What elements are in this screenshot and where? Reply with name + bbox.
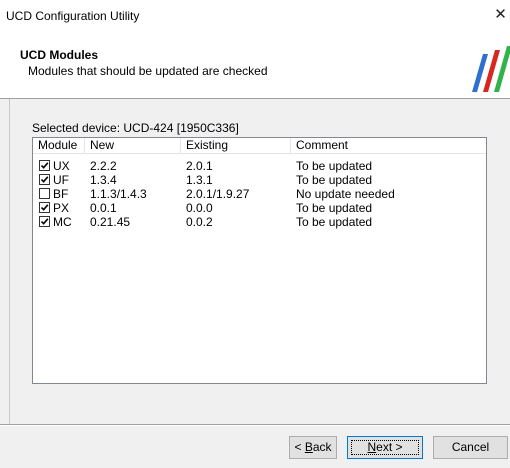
cell-existing: 0.0.2 <box>186 215 213 229</box>
close-icon[interactable]: ✕ <box>491 4 510 26</box>
column-header-new[interactable]: New <box>85 138 181 153</box>
wizard-header: UCD Modules Modules that should be updat… <box>0 31 510 99</box>
cell-new: 1.1.3/1.4.3 <box>90 187 147 201</box>
table-row[interactable]: UX 2.2.2 2.0.1 To be updated <box>33 159 486 173</box>
cell-existing: 0.0.0 <box>186 201 213 215</box>
cell-comment: To be updated <box>296 173 373 187</box>
table-row[interactable]: UF 1.3.4 1.3.1 To be updated <box>33 173 486 187</box>
title-bar: UCD Configuration Utility ✕ <box>0 0 510 31</box>
table-row[interactable]: PX 0.0.1 0.0.0 To be updated <box>33 201 486 215</box>
focus-rect <box>351 440 419 455</box>
cell-module: UF <box>53 173 69 187</box>
cell-module: PX <box>53 201 70 215</box>
back-label-rest: ack <box>312 440 332 454</box>
checkbox-checked[interactable] <box>39 174 50 185</box>
page-subtitle: Modules that should be updated are check… <box>28 64 268 78</box>
cell-comment: To be updated <box>296 215 373 229</box>
column-header-module[interactable]: Module <box>33 138 85 153</box>
table-row[interactable]: BF 1.1.3/1.4.3 2.0.1/1.9.27 No update neede… <box>33 187 486 201</box>
cell-new: 1.3.4 <box>90 173 117 187</box>
next-button[interactable]: Next > <box>347 436 423 459</box>
divider <box>0 425 510 426</box>
checkbox-checked[interactable] <box>39 202 50 213</box>
cell-existing: 1.3.1 <box>186 173 213 187</box>
checkbox-checked[interactable] <box>39 160 50 171</box>
column-header-comment[interactable]: Comment <box>291 138 486 153</box>
cell-comment: To be updated <box>296 201 373 215</box>
back-prefix: < <box>294 440 305 454</box>
cell-module: UX <box>53 159 70 173</box>
cell-new: 0.21.45 <box>90 215 131 229</box>
cell-module: MC <box>53 215 72 229</box>
cell-new: 2.2.2 <box>90 159 117 173</box>
cell-existing: 2.0.1/1.9.27 <box>186 187 250 201</box>
page-title: UCD Modules <box>20 48 98 62</box>
cell-existing: 2.0.1 <box>186 159 213 173</box>
table-row[interactable]: MC 0.21.45 0.0.2 To be updated <box>33 215 486 229</box>
selected-device-label: Selected device: UCD-424 [1950C336] <box>32 121 239 135</box>
checkbox-checked[interactable] <box>39 216 50 227</box>
cell-module: BF <box>53 187 69 201</box>
list-header: Module New Existing Comment <box>33 138 486 154</box>
column-header-existing[interactable]: Existing <box>181 138 291 153</box>
cell-comment: To be updated <box>296 159 373 173</box>
window-title: UCD Configuration Utility <box>6 9 140 23</box>
back-button[interactable]: < Back <box>289 436 337 459</box>
cell-new: 0.0.1 <box>90 201 117 215</box>
cell-comment: No update needed <box>296 187 395 201</box>
checkbox-unchecked[interactable] <box>39 188 50 199</box>
divider <box>9 99 10 424</box>
modules-list[interactable]: Module New Existing Comment UX 2.2.2 2.0.1… <box>32 137 487 384</box>
brand-stripes-icon <box>466 46 510 92</box>
cancel-button[interactable]: Cancel <box>433 436 508 459</box>
back-mnemonic: B <box>304 440 313 454</box>
